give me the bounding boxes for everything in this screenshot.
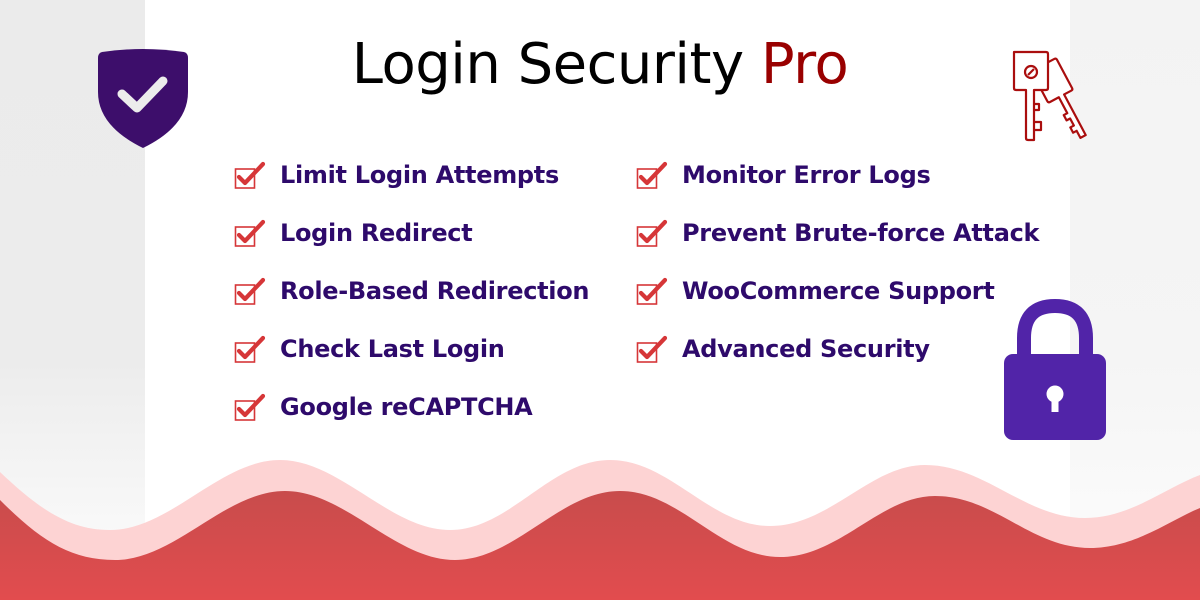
title-accent: Pro [760,32,849,97]
keys-icon [1012,50,1087,142]
feature-item: Google reCAPTCHA [234,378,589,436]
shield-check-icon [98,49,188,148]
feature-item: WooCommerce Support [636,262,1039,320]
checkbox-checked-icon [234,277,266,305]
feature-item: Limit Login Attempts [234,146,589,204]
feature-item: Prevent Brute-force Attack [636,204,1040,262]
feature-label: Role-Based Redirection [280,277,590,305]
checkbox-checked-icon [234,393,266,421]
feature-item: Monitor Error Logs [636,146,1039,204]
feature-list-right: Monitor Error Logs Prevent Brute-force A… [636,146,1040,378]
checkbox-checked-icon [636,335,668,363]
feature-item: Role-Based Redirection [234,262,590,320]
feature-label: Advanced Security [682,335,930,363]
feature-label: Check Last Login [280,335,505,363]
checkbox-checked-icon [234,219,266,247]
feature-label: Prevent Brute-force Attack [682,219,1040,247]
feature-label: Login Redirect [280,219,473,247]
feature-label: Monitor Error Logs [682,161,931,189]
checkbox-checked-icon [234,161,266,189]
checkbox-checked-icon [636,277,668,305]
checkbox-checked-icon [636,161,668,189]
feature-item: Advanced Security [636,320,1039,378]
feature-item: Login Redirect [234,204,589,262]
feature-label: Google reCAPTCHA [280,393,533,421]
checkbox-checked-icon [234,335,266,363]
feature-label: WooCommerce Support [682,277,995,305]
feature-label: Limit Login Attempts [280,161,559,189]
feature-item: Check Last Login [234,320,589,378]
checkbox-checked-icon [636,219,668,247]
feature-list-left: Limit Login Attempts Login Redirect Role… [234,146,590,436]
title-main: Login Security [351,32,761,97]
wave-decoration [0,460,1200,600]
